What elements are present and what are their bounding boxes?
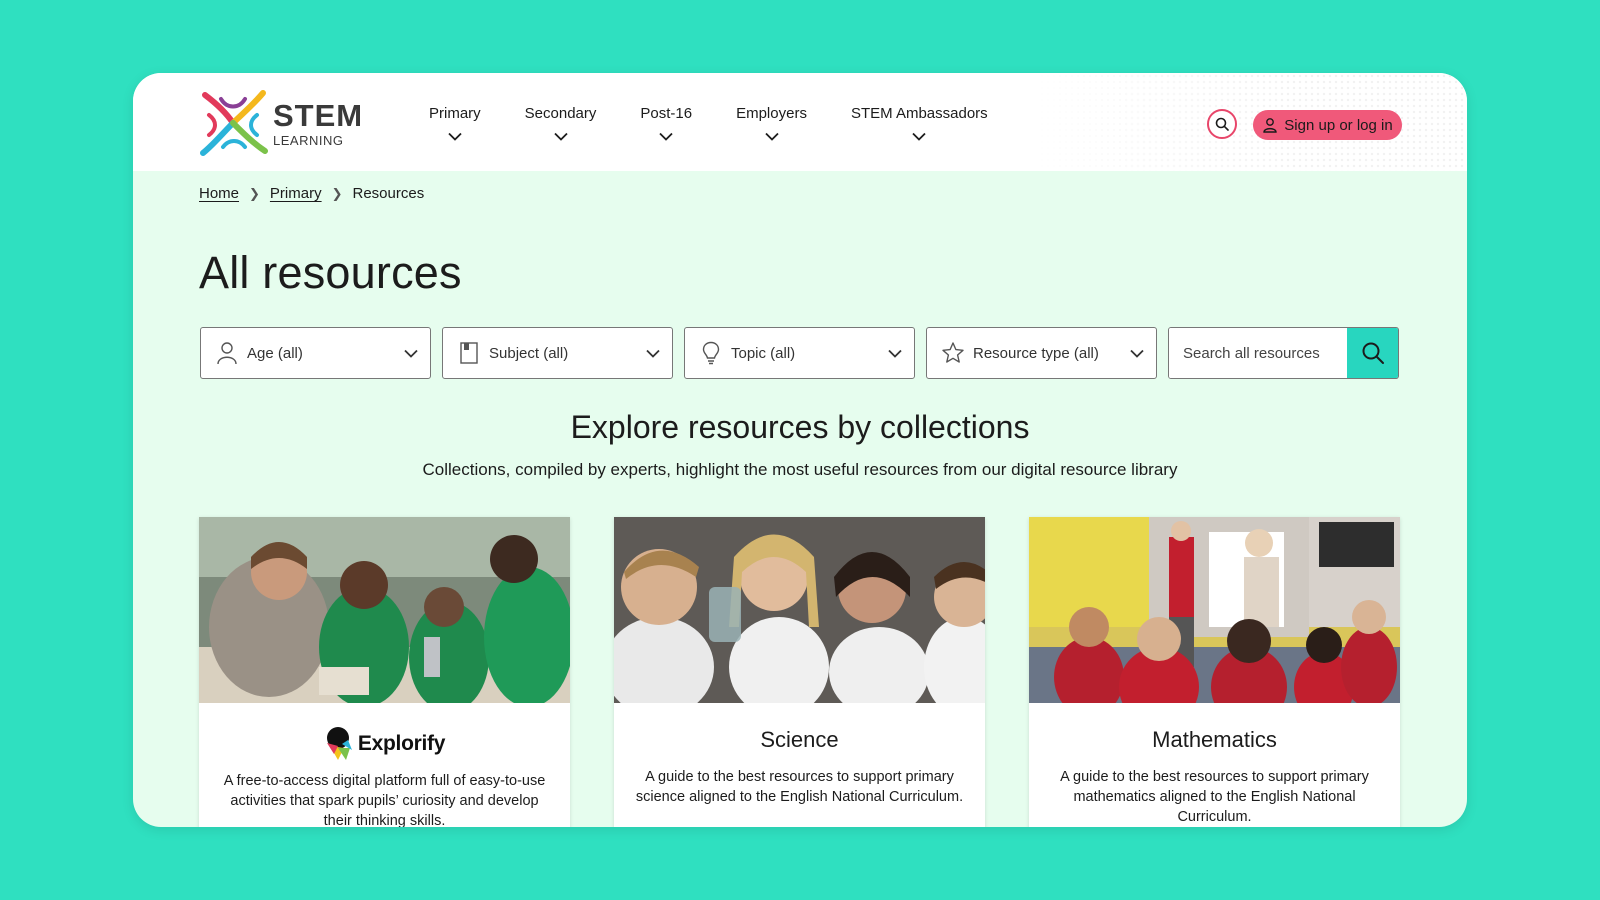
collections-subheading: Collections, compiled by experts, highli…: [422, 460, 1178, 479]
stem-logo-icon: [200, 90, 268, 156]
book-icon: [460, 342, 478, 364]
collection-card-science[interactable]: Science A guide to the best resources to…: [614, 517, 985, 827]
resource-type-filter-dropdown[interactable]: Resource type (all): [926, 327, 1157, 379]
breadcrumb-primary-link[interactable]: Primary: [270, 185, 322, 202]
chevron-down-icon: [764, 132, 779, 141]
search-icon: [1362, 342, 1384, 364]
explorify-card-title: Explorify: [357, 732, 446, 755]
classroom-carpet-photo: [1029, 517, 1400, 703]
nav-item-stem-ambassadors[interactable]: STEM Ambassadors: [851, 105, 988, 153]
collections-list: Explorify A free-to-access digital platf…: [199, 517, 1444, 827]
chevron-right-icon: ❯: [331, 185, 343, 201]
collection-card-title: Mathematics: [1152, 727, 1277, 752]
person-icon: [217, 342, 237, 365]
filter-bar: Age (all) Subject (all) Topic (all) Reso…: [200, 327, 1399, 379]
topic-filter-dropdown[interactable]: Topic (all): [684, 327, 915, 379]
site-header: STEM LEARNING Primary Secondary Post-16 …: [133, 73, 1467, 171]
chevron-down-icon: [448, 132, 462, 141]
collection-card-mathematics[interactable]: Mathematics A guide to the best resource…: [1029, 517, 1400, 827]
header-search-button[interactable]: [1207, 109, 1237, 139]
nav-label: Primary: [429, 105, 481, 122]
resource-type-filter-label: Resource type (all): [973, 344, 1099, 362]
search-resources-input[interactable]: [1169, 328, 1347, 378]
nav-item-primary[interactable]: Primary: [429, 105, 481, 153]
chevron-down-icon: [404, 349, 418, 358]
chevron-down-icon: [888, 349, 902, 358]
star-icon: [942, 342, 964, 363]
logo-title: STEM: [273, 97, 364, 133]
sign-up-login-button[interactable]: Sign up or log in: [1253, 110, 1402, 140]
user-icon: [1263, 118, 1277, 133]
explorify-brand-icon: [326, 727, 352, 760]
search-icon: [1215, 117, 1229, 131]
collection-card-title: Science: [760, 727, 839, 752]
chevron-down-icon: [553, 132, 568, 141]
collection-card-description: A guide to the best resources to support…: [1060, 769, 1369, 825]
page-title: All resources: [199, 247, 462, 298]
explorify-logo: Explorify: [199, 725, 570, 763]
nav-label: Employers: [736, 105, 807, 122]
chevron-down-icon: [659, 132, 673, 141]
browser-frame: STEM LEARNING Primary Secondary Post-16 …: [133, 73, 1467, 827]
breadcrumb: Home ❯ Primary ❯ Resources: [199, 185, 424, 202]
age-filter-dropdown[interactable]: Age (all): [200, 327, 431, 379]
breadcrumb-home-link[interactable]: Home: [199, 185, 239, 202]
nav-label: Secondary: [524, 105, 597, 122]
collections-heading: Explore resources by collections: [570, 409, 1030, 445]
nav-item-secondary[interactable]: Secondary: [524, 105, 597, 153]
topic-filter-label: Topic (all): [731, 344, 796, 362]
chevron-down-icon: [912, 132, 926, 141]
resource-search: [1168, 327, 1399, 379]
subject-filter-label: Subject (all): [489, 344, 569, 362]
chevron-down-icon: [646, 349, 660, 358]
sign-up-label: Sign up or log in: [1284, 116, 1393, 134]
collection-card-description: A guide to the best resources to support…: [635, 769, 964, 805]
collection-card-explorify[interactable]: Explorify A free-to-access digital platf…: [199, 517, 570, 827]
nav-label: Post-16: [640, 105, 693, 122]
age-filter-label: Age (all): [247, 344, 303, 362]
nav-item-employers[interactable]: Employers: [736, 105, 807, 153]
stem-learning-logo[interactable]: STEM LEARNING: [199, 88, 369, 158]
breadcrumb-current: Resources: [352, 185, 425, 202]
lightbulb-icon: [702, 341, 720, 365]
chevron-right-icon: ❯: [249, 185, 260, 201]
search-submit-button[interactable]: [1347, 328, 1398, 378]
nav-item-post-16[interactable]: Post-16: [640, 105, 692, 153]
children-experiment-photo: [614, 517, 985, 703]
subject-filter-dropdown[interactable]: Subject (all): [442, 327, 673, 379]
logo-subtitle: LEARNING: [273, 132, 344, 148]
nav-label: STEM Ambassadors: [850, 105, 988, 122]
classroom-photo: [199, 517, 570, 703]
main-nav: Primary Secondary Post-16 Employers STEM…: [429, 105, 1032, 153]
collection-card-description: A free-to-access digital platform full o…: [223, 773, 546, 827]
chevron-down-icon: [1130, 349, 1144, 358]
